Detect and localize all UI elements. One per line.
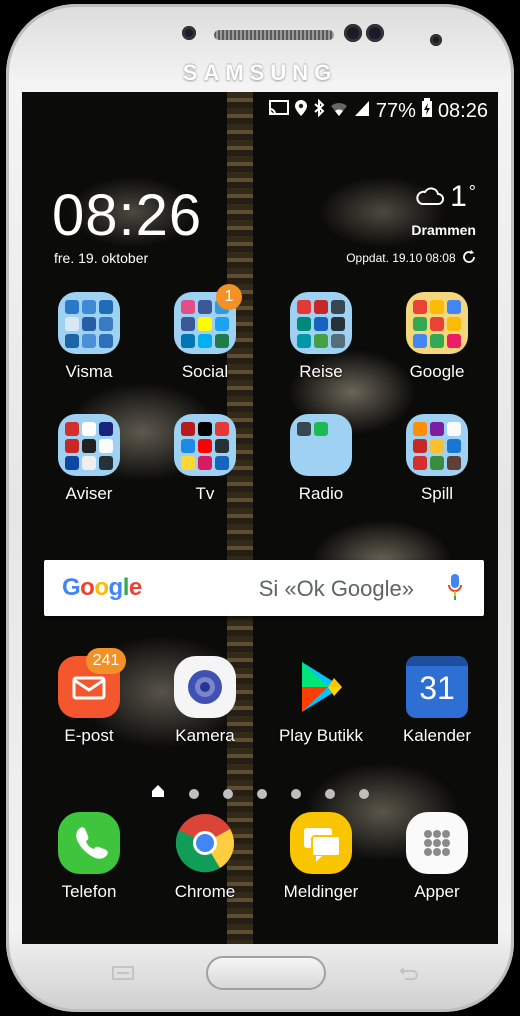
app-label: Visma bbox=[65, 362, 113, 381]
refresh-icon[interactable] bbox=[459, 250, 476, 265]
front-camera bbox=[344, 24, 362, 42]
folder-icon: 1 bbox=[174, 284, 242, 354]
google-search-bar[interactable]: Google Si «Ok Google» bbox=[44, 560, 484, 616]
page-indicator[interactable] bbox=[22, 784, 498, 803]
app-label: Tv bbox=[195, 484, 215, 503]
folder-icon bbox=[290, 414, 352, 476]
weather-updated-text: Oppdat. 19.10 08:08 bbox=[346, 251, 456, 265]
weather-degree: ° bbox=[468, 182, 476, 202]
battery-icon bbox=[421, 98, 433, 124]
search-hint: Si «Ok Google» bbox=[258, 576, 414, 601]
recent-apps-key[interactable] bbox=[112, 966, 134, 980]
folder-radio[interactable]: Radio bbox=[276, 414, 366, 504]
app-kalender[interactable]: 31 Kalender bbox=[392, 656, 482, 746]
weather-temperature: 1 bbox=[450, 180, 467, 213]
folder-spill[interactable]: Spill bbox=[392, 414, 482, 504]
cast-icon bbox=[268, 99, 289, 123]
folder-icon bbox=[58, 292, 120, 354]
status-bar: 77% 08:26 bbox=[22, 92, 498, 126]
camera-icon bbox=[174, 656, 236, 718]
front-sensor bbox=[182, 26, 196, 40]
folder-icon bbox=[290, 292, 352, 354]
email-icon: 241 bbox=[58, 648, 126, 718]
app-label: Google bbox=[409, 362, 465, 381]
folder-reise[interactable]: Reise bbox=[276, 292, 366, 382]
app-label: Telefon bbox=[61, 882, 117, 901]
bluetooth-icon bbox=[313, 98, 325, 123]
app-chrome[interactable]: Chrome bbox=[160, 812, 250, 902]
app-label: Play Butikk bbox=[278, 726, 364, 745]
mic-icon[interactable] bbox=[448, 574, 462, 602]
messages-icon bbox=[290, 812, 352, 874]
folder-google[interactable]: Google bbox=[392, 292, 482, 382]
page-dot[interactable] bbox=[359, 788, 369, 799]
app-label: Apper bbox=[414, 882, 460, 901]
folder-icon bbox=[406, 292, 468, 354]
notification-badge: 1 bbox=[216, 284, 242, 310]
phone-icon bbox=[58, 812, 120, 874]
back-key[interactable] bbox=[398, 966, 420, 980]
page-dot[interactable] bbox=[189, 788, 199, 799]
app-label: Radio bbox=[298, 484, 344, 503]
calendar-date: 31 bbox=[419, 670, 455, 706]
page-dot[interactable] bbox=[291, 788, 301, 799]
wifi-icon bbox=[330, 100, 348, 123]
folder-visma[interactable]: Visma bbox=[44, 292, 134, 382]
folder-aviser[interactable]: Aviser bbox=[44, 414, 134, 504]
app-meldinger[interactable]: Meldinger bbox=[276, 812, 366, 902]
chrome-icon bbox=[174, 812, 236, 874]
app-label: Aviser bbox=[65, 484, 113, 503]
home-screen: 77% 08:26 08:26 fre. 19. oktober 1 ° Dram… bbox=[22, 92, 498, 944]
earpiece-grille bbox=[214, 30, 334, 40]
google-logo: Google bbox=[62, 574, 142, 601]
page-dot[interactable] bbox=[257, 788, 267, 799]
location-icon bbox=[294, 99, 308, 123]
play-store-icon bbox=[290, 656, 352, 718]
app-label: E-post bbox=[64, 726, 114, 745]
app-label: Reise bbox=[299, 362, 343, 381]
weather-city: Drammen bbox=[411, 222, 476, 238]
folder-icon bbox=[58, 414, 120, 476]
calendar-icon: 31 bbox=[406, 656, 468, 718]
app-kamera[interactable]: Kamera bbox=[160, 656, 250, 746]
folder-icon bbox=[406, 414, 468, 476]
folder-icon bbox=[174, 414, 236, 476]
home-button[interactable] bbox=[206, 956, 326, 990]
weather-updated[interactable]: Oppdat. 19.10 08:08 bbox=[346, 250, 476, 265]
app-drawer-icon bbox=[406, 812, 468, 874]
app-label: Spill bbox=[420, 484, 454, 503]
front-camera-lens bbox=[430, 34, 442, 46]
notification-badge: 241 bbox=[86, 648, 126, 674]
app-apper[interactable]: Apper bbox=[392, 812, 482, 902]
app-label: Social bbox=[181, 362, 229, 381]
folder-tv[interactable]: Tv bbox=[160, 414, 250, 504]
cloud-icon bbox=[414, 180, 445, 214]
app-play-butikk[interactable]: Play Butikk bbox=[276, 656, 366, 746]
clock-widget-time[interactable]: 08:26 bbox=[52, 182, 202, 249]
app-label: Meldinger bbox=[283, 882, 359, 901]
page-dot[interactable] bbox=[325, 788, 335, 799]
proximity-sensor bbox=[366, 24, 384, 42]
app-telefon[interactable]: Telefon bbox=[44, 812, 134, 902]
brand-logo: SAMSUNG bbox=[182, 60, 338, 85]
signal-icon bbox=[353, 99, 371, 123]
app-label: Kalender bbox=[402, 726, 472, 745]
app-e-post[interactable]: 241 E-post bbox=[44, 648, 134, 746]
status-time: 08:26 bbox=[437, 99, 488, 122]
folder-social[interactable]: 1 Social bbox=[160, 284, 250, 382]
home-page-icon bbox=[151, 784, 165, 803]
app-label: Kamera bbox=[175, 726, 235, 745]
app-label: Chrome bbox=[174, 882, 236, 901]
battery-percent: 77% bbox=[375, 99, 416, 122]
clock-widget-date[interactable]: fre. 19. oktober bbox=[54, 250, 148, 266]
page-dot[interactable] bbox=[223, 788, 233, 799]
weather-widget[interactable]: 1 ° bbox=[414, 180, 476, 214]
